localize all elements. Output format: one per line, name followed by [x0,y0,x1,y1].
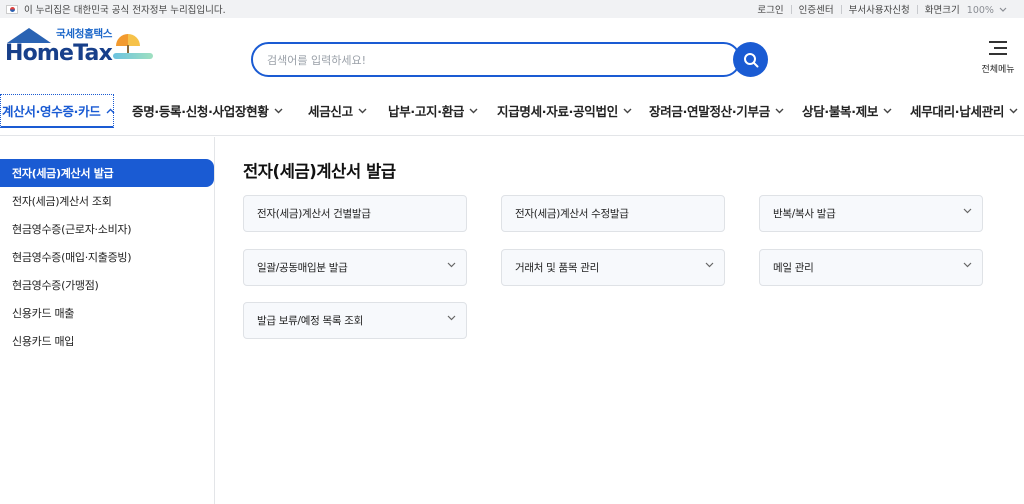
nav-item-label: 계산서·영수증·카드 [2,104,101,119]
card-mail-management[interactable]: 메일 관리 [759,249,983,286]
zoom-label: 화면크기 [924,5,960,16]
nav-item-payment-statement[interactable]: 지급명세·자료·공익법인 [497,101,632,120]
sidebar-item-einvoice-issue[interactable]: 전자(세금)계산서 발급 [0,159,214,187]
nav-item-incentive-settlement[interactable]: 장려금·연말정산·기부금 [649,101,784,120]
card-amend-issue[interactable]: 전자(세금)계산서 수정발급 [501,195,725,232]
dept-user-signup-link[interactable]: 부서사용자신청 [842,2,917,16]
hamburger-icon [989,40,1007,56]
card-label: 전자(세금)계산서 건별발급 [257,208,371,220]
chevron-down-icon [999,7,1007,12]
card-label: 발급 보류/예정 목록 조회 [257,315,363,327]
card-client-item-management[interactable]: 거래처 및 품목 관리 [501,249,725,286]
nav-item-label: 납부·고지·환급 [388,104,465,119]
card-bulk-joint-issue[interactable]: 일괄/공동매입분 발급 [243,249,467,286]
nav-item-tax-agent[interactable]: 세무대리·납세관리 [910,101,1018,120]
chevron-down-icon [358,108,367,113]
beach-decoration [113,53,153,59]
nav-item-invoice-receipt-card[interactable]: 계산서·영수증·카드 [2,101,115,120]
sidebar: 전자(세금)계산서 발급 전자(세금)계산서 조회 현금영수증(근로자·소비자)… [0,137,215,504]
login-link[interactable]: 로그인 [750,2,790,16]
card-pending-scheduled-list[interactable]: 발급 보류/예정 목록 조회 [243,302,467,339]
logo-english-text: HomeTax [5,41,113,66]
chevron-down-icon [883,108,892,113]
utility-bar: 이 누리집은 대한민국 공식 전자정부 누리집입니다. 로그인 인증센터 부서사… [0,0,1024,18]
sidebar-item-credit-card-sales[interactable]: 신용카드 매출 [0,299,214,327]
nav-item-payment-refund[interactable]: 납부·고지·환급 [388,101,478,120]
nav-item-label: 세금신고 [308,104,353,119]
card-label: 전자(세금)계산서 수정발급 [515,208,629,220]
nav-item-label: 증명·등록·신청·사업장현황 [132,104,269,119]
sidebar-item-einvoice-inquiry[interactable]: 전자(세금)계산서 조회 [0,187,214,215]
main-nav: 계산서·영수증·카드 증명·등록·신청·사업장현황 세금신고 납부·고지·환급 … [0,86,1024,136]
card-label: 메일 관리 [773,262,814,274]
beach-umbrella-icon [116,34,140,55]
chevron-down-icon [963,208,972,214]
nav-item-consultation-appeal[interactable]: 상담·불복·제보 [802,101,892,120]
gov-notice-text: 이 누리집은 대한민국 공식 전자정부 누리집입니다. [24,5,226,16]
card-label: 일괄/공동매입분 발급 [257,262,348,274]
nav-item-label: 장려금·연말정산·기부금 [649,104,770,119]
chevron-down-icon [274,108,283,113]
card-label: 반복/복사 발급 [773,208,836,220]
chevron-down-icon [705,262,714,268]
search-icon [743,52,758,67]
korea-flag-icon [6,4,18,14]
search-bar [251,42,768,77]
sidebar-item-cash-receipt-purchase[interactable]: 현금영수증(매입·지출증빙) [0,243,214,271]
nav-item-certificate-registration[interactable]: 증명·등록·신청·사업장현황 [132,101,283,120]
nav-item-label: 지급명세·자료·공익법인 [497,104,618,119]
chevron-up-icon [106,108,114,113]
all-menu-label: 전체메뉴 [981,65,1015,75]
sidebar-item-cash-receipt-consumer[interactable]: 현금영수증(근로자·소비자) [0,215,214,243]
search-input[interactable] [267,52,707,69]
gov-notice: 이 누리집은 대한민국 공식 전자정부 누리집입니다. [6,2,226,16]
chevron-down-icon [447,315,456,321]
hometax-logo[interactable]: 국세청홈택스 HomeTax [3,26,153,74]
chevron-down-icon [447,262,456,268]
nav-item-label: 세무대리·납세관리 [910,104,1005,119]
card-single-issue[interactable]: 전자(세금)계산서 건별발급 [243,195,467,232]
logo-korean-text: 국세청홈택스 [56,28,113,40]
sidebar-item-credit-card-purchase[interactable]: 신용카드 매입 [0,327,214,355]
card-repeat-copy-issue[interactable]: 반복/복사 발급 [759,195,983,232]
chevron-down-icon [469,108,478,113]
chevron-down-icon [1009,108,1018,113]
sidebar-item-cash-receipt-merchant[interactable]: 현금영수증(가맹점) [0,271,214,299]
chevron-down-icon [623,108,632,113]
chevron-down-icon [963,262,972,268]
chevron-down-icon [775,108,784,113]
zoom-control[interactable]: 화면크기 100% [918,2,1014,16]
nav-item-label: 상담·불복·제보 [802,104,879,119]
all-menu-button[interactable]: 전체메뉴 [976,40,1020,80]
page-title: 전자(세금)계산서 발급 [243,162,396,181]
utility-links: 로그인 인증센터 부서사용자신청 화면크기 100% [750,2,1014,16]
cert-center-link[interactable]: 인증센터 [792,2,841,16]
search-box [251,42,741,77]
card-label: 거래처 및 품목 관리 [515,262,599,274]
nav-item-tax-filing[interactable]: 세금신고 [308,101,367,120]
search-button[interactable] [733,42,768,77]
zoom-value: 100% [966,5,994,16]
